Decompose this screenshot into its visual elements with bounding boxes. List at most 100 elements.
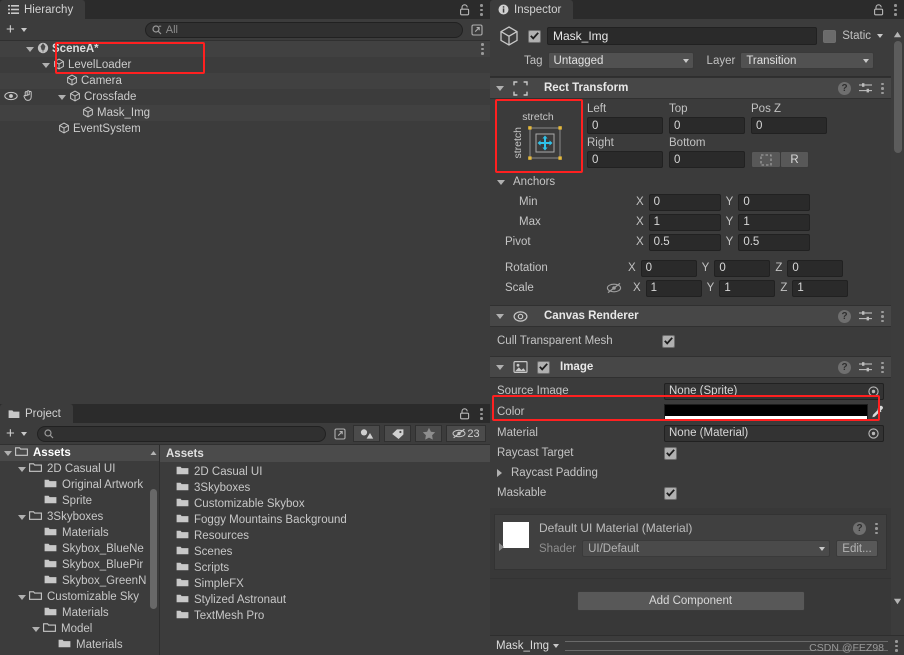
search-expand-icon[interactable] <box>467 21 486 38</box>
preset-icon[interactable] <box>859 82 872 94</box>
constrain-proportions-off-icon[interactable] <box>606 282 628 294</box>
hidden-assets-count[interactable]: 23 <box>446 425 486 442</box>
folder-tree-row[interactable]: Skybox_BlueNe <box>0 541 159 557</box>
left-input[interactable]: 0 <box>587 117 663 134</box>
folder-tree-row[interactable]: Skybox_GreenN <box>0 573 159 589</box>
rotation-y-input[interactable]: 0 <box>714 259 771 277</box>
gameobject-name-input[interactable]: Mask_Img <box>547 27 818 45</box>
layer-dropdown[interactable]: Transition <box>740 52 875 69</box>
chevron-down-icon[interactable] <box>496 85 504 91</box>
chevron-down-icon[interactable] <box>497 179 505 185</box>
rect-transform-header[interactable]: Rect Transform ? <box>490 77 891 99</box>
tree-scroll-up-icon[interactable] <box>149 447 158 456</box>
lock-icon[interactable] <box>459 407 470 420</box>
object-picker-icon[interactable] <box>868 427 879 439</box>
folder-tree-row[interactable]: Original Artwork <box>0 477 159 493</box>
lock-icon[interactable] <box>873 3 884 16</box>
eyedropper-icon[interactable] <box>870 405 884 419</box>
right-input[interactable]: 0 <box>587 151 663 168</box>
asset-list-item[interactable]: Stylized Astronaut <box>160 592 490 608</box>
eye-icon[interactable] <box>4 91 18 101</box>
chevron-down-icon[interactable] <box>18 466 26 472</box>
folder-tree-row[interactable]: 2D Casual UI <box>0 461 159 477</box>
object-picker-icon[interactable] <box>868 385 879 397</box>
rotation-z-input[interactable]: 0 <box>787 259 844 277</box>
add-gameobject-button[interactable]: + <box>4 22 17 37</box>
folder-tree-row[interactable]: Skybox_BluePir <box>0 557 159 573</box>
image-enabled-checkbox[interactable] <box>537 360 550 374</box>
folder-tree-row[interactable]: Sprite <box>0 493 159 509</box>
filter-by-type-icon[interactable] <box>353 425 380 442</box>
image-component-menu-icon[interactable] <box>880 361 884 374</box>
color-swatch-field[interactable] <box>664 404 868 420</box>
anchor-min-y-input[interactable]: 0 <box>738 193 811 211</box>
canvas-renderer-menu-icon[interactable] <box>880 310 884 323</box>
hierarchy-row-scene[interactable]: SceneA* <box>0 41 490 57</box>
chevron-down-icon[interactable] <box>18 514 26 520</box>
scale-x-input[interactable]: 1 <box>645 279 702 297</box>
raycast-padding-foldout[interactable]: Raycast Padding <box>497 463 884 483</box>
asset-list-item[interactable]: Foggy Mountains Background <box>160 512 490 528</box>
rect-transform-menu-icon[interactable] <box>880 82 884 95</box>
hierarchy-tree[interactable]: SceneA* LevelLoader Camera Crossfade Mas… <box>0 41 490 404</box>
hierarchy-row-eventsystem[interactable]: EventSystem <box>0 121 490 137</box>
favorites-star-icon[interactable] <box>415 425 442 442</box>
maskable-checkbox[interactable] <box>664 486 677 500</box>
asset-list-item[interactable]: 2D Casual UI <box>160 464 490 480</box>
folder-tree-row[interactable]: 3Skyboxes <box>0 509 159 525</box>
help-icon[interactable]: ? <box>838 309 851 323</box>
cull-transparent-mesh-checkbox[interactable] <box>662 334 675 348</box>
canvas-renderer-header[interactable]: Canvas Renderer ? <box>490 305 891 327</box>
static-dropdown-icon[interactable] <box>877 34 883 38</box>
help-icon[interactable]: ? <box>838 81 851 95</box>
raw-edit-button[interactable]: R <box>780 151 809 168</box>
shader-edit-button[interactable]: Edit... <box>836 540 878 557</box>
asset-list-item[interactable]: Scenes <box>160 544 490 560</box>
chevron-down-icon[interactable] <box>32 626 40 632</box>
raycast-target-checkbox[interactable] <box>664 446 677 460</box>
create-asset-dropdown-icon[interactable] <box>20 431 27 436</box>
create-asset-button[interactable]: + <box>4 426 17 441</box>
material-object-field[interactable]: None (Material) <box>664 424 884 442</box>
bottom-input[interactable]: 0 <box>669 151 745 168</box>
folder-tree-row[interactable]: Materials <box>0 637 159 653</box>
asset-list-item[interactable]: SimpleFX <box>160 576 490 592</box>
tab-project[interactable]: Project <box>0 404 73 423</box>
blueprint-mode-button[interactable] <box>751 151 780 168</box>
scale-y-input[interactable]: 1 <box>719 279 776 297</box>
tree-scrollbar[interactable] <box>150 489 157 609</box>
folder-tree-row[interactable]: Model <box>0 621 159 637</box>
preset-icon[interactable] <box>859 361 872 373</box>
pointer-hand-icon[interactable] <box>22 90 34 101</box>
asset-list-item[interactable]: TextMesh Pro <box>160 608 490 624</box>
project-search-expand-icon[interactable] <box>330 425 349 442</box>
folder-tree-row[interactable]: Customizable Sky <box>0 589 159 605</box>
project-menu-icon[interactable] <box>479 407 483 420</box>
pivot-y-input[interactable]: 0.5 <box>738 233 811 251</box>
asset-list-item[interactable]: Resources <box>160 528 490 544</box>
chevron-down-icon[interactable] <box>18 594 26 600</box>
scroll-down-icon[interactable] <box>893 594 902 605</box>
asset-list-item[interactable]: Customizable Skybox <box>160 496 490 512</box>
inspector-scrollbar-thumb[interactable] <box>893 41 902 153</box>
hierarchy-search-input[interactable]: All <box>144 21 463 38</box>
scroll-up-icon[interactable] <box>893 27 902 38</box>
material-foldout-icon[interactable] <box>499 543 504 551</box>
folder-tree-row[interactable]: Assets <box>0 445 159 461</box>
footer-object-dropdown[interactable]: Mask_Img <box>496 640 560 652</box>
posz-input[interactable]: 0 <box>751 117 827 134</box>
inspector-menu-icon[interactable] <box>893 3 897 16</box>
folder-tree-row[interactable]: Materials <box>0 605 159 621</box>
hierarchy-row-levelloader[interactable]: LevelLoader <box>0 57 490 73</box>
hierarchy-row-crossfade[interactable]: Crossfade <box>0 89 490 105</box>
scale-z-input[interactable]: 1 <box>792 279 849 297</box>
chevron-down-icon[interactable] <box>42 62 50 68</box>
anchors-foldout[interactable]: Anchors <box>497 172 884 192</box>
anchor-preset-button[interactable]: stretch stretch <box>497 103 579 169</box>
gameobject-enabled-checkbox[interactable] <box>528 29 541 43</box>
chevron-right-icon[interactable] <box>497 469 502 477</box>
static-checkbox[interactable] <box>823 29 837 43</box>
chevron-down-icon[interactable] <box>496 313 504 319</box>
chevron-down-icon[interactable] <box>496 364 504 370</box>
anchor-min-x-input[interactable]: 0 <box>648 193 721 211</box>
